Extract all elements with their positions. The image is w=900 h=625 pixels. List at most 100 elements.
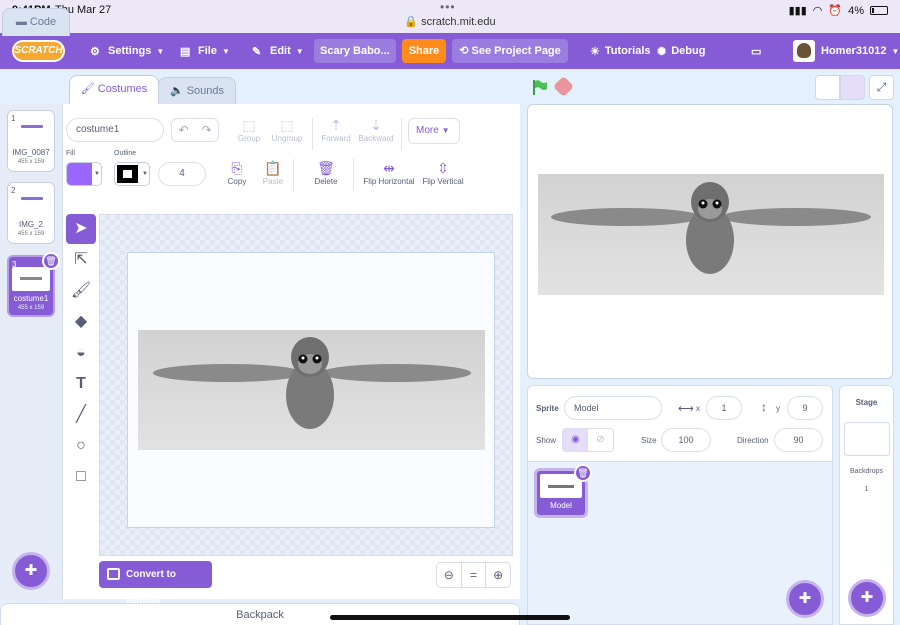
share-button[interactable]: Share	[402, 39, 446, 63]
costume-name-input[interactable]: costume1	[66, 118, 164, 142]
outline-swatch	[117, 165, 138, 183]
show-toggle: ◉ ⊘	[562, 428, 614, 452]
backpack[interactable]: Backpack	[0, 603, 520, 625]
stage-sprite-image	[538, 174, 884, 295]
stage-thumbnail[interactable]	[844, 422, 890, 456]
brush-tool-icon[interactable]: 🖌	[66, 276, 96, 306]
edit-menu[interactable]: ✎ Edit ▼	[252, 33, 304, 69]
cat-plus-icon: ✚	[24, 562, 38, 579]
delete-button[interactable]: 🗑 Delete	[298, 159, 354, 186]
costume-size: 455 x 159	[17, 305, 45, 311]
zoom-in-icon[interactable]: ⊕	[486, 563, 510, 587]
see-project-page-button[interactable]: ⟲ See Project Page	[452, 39, 568, 63]
url-bar[interactable]: 🔒 scratch.mit.edu	[0, 15, 900, 28]
divider	[401, 118, 402, 150]
url-text: scratch.mit.edu	[421, 16, 496, 28]
outline-color-picker[interactable]: ▼	[114, 162, 150, 186]
tab-code[interactable]: ▬ Code	[2, 8, 70, 36]
flip-horizontal-button[interactable]: ⇹ Flip Horizontal	[357, 159, 421, 186]
costume-bounds	[127, 252, 495, 528]
rectangle-tool-icon[interactable]: □	[66, 462, 96, 492]
reshape-tool-icon[interactable]: ⇱	[66, 245, 96, 275]
costume-tile[interactable]: 2 IMG_2 455 x 159	[7, 182, 55, 244]
debug-button[interactable]: ✺ Debug	[657, 33, 705, 69]
edit-label: Edit	[270, 45, 291, 57]
backward-button[interactable]: ⇣ Backward	[348, 116, 404, 143]
file-icon: ▤	[180, 45, 191, 58]
y-input[interactable]: 9	[787, 396, 823, 420]
flip-vertical-icon: ⇳	[437, 160, 449, 176]
menu-bar: SCRATCH ⚙ Settings ▼ ▤ File ▼ ✎ Edit ▼ S…	[0, 33, 900, 69]
brush-icon: 🖌	[80, 83, 98, 95]
eye-hidden-icon[interactable]: ⊘	[588, 429, 613, 451]
more-button[interactable]: More ▼	[408, 118, 460, 144]
speaker-icon: 🔈	[169, 85, 187, 97]
green-flag-icon[interactable]	[531, 79, 547, 95]
tab-code-label: Code	[29, 16, 57, 28]
more-label: More	[416, 125, 439, 136]
my-stuff-button[interactable]: ▭	[751, 33, 761, 69]
stage-selector[interactable]: Stage Backdrops 1 ✚	[839, 385, 894, 625]
circle-tool-icon[interactable]: ○	[66, 431, 96, 461]
avatar[interactable]	[793, 40, 815, 62]
image-plus-icon: ✚	[860, 589, 874, 606]
tab-costumes[interactable]: 🖌 Costumes	[69, 75, 159, 105]
stop-icon[interactable]	[552, 75, 575, 98]
flip-horizontal-label: Flip Horizontal	[363, 177, 415, 186]
system-status-bar: 9:41PM Thu Mar 27 ••• 🔒 scratch.mit.edu …	[0, 0, 900, 33]
divider	[293, 159, 294, 191]
chevron-down-icon: ▼	[891, 46, 900, 56]
zoom-reset-icon[interactable]: =	[462, 563, 487, 587]
costume-tile[interactable]: 1 IMG_0087 455 x 159	[7, 110, 55, 172]
costume-number: 2	[11, 186, 16, 195]
flip-horizontal-icon: ⇹	[383, 160, 395, 176]
size-input[interactable]: 100	[661, 428, 711, 452]
tutorials-button[interactable]: ☀ Tutorials	[590, 33, 651, 69]
redo-icon[interactable]: ↷	[195, 119, 218, 141]
choose-costume-button[interactable]: ✚	[12, 552, 50, 590]
copy-label: Copy	[227, 177, 247, 186]
outline-width-input[interactable]: 4	[158, 162, 206, 186]
choose-sprite-button[interactable]: ✚	[786, 580, 824, 618]
large-stage-button[interactable]	[840, 75, 865, 100]
sprite-label: Sprite	[536, 404, 559, 413]
see-project-icon: ⟲	[459, 45, 472, 57]
fullscreen-icon[interactable]: ⤢	[869, 75, 894, 100]
username: Homer31012	[821, 45, 887, 57]
delete-costume-icon[interactable]: 🗑	[42, 252, 60, 270]
sprite-tile-name: Model	[550, 501, 572, 510]
choose-backdrop-button[interactable]: ✚	[848, 579, 886, 617]
costume-size: 455 x 159	[17, 159, 45, 165]
stage-canvas[interactable]	[527, 104, 893, 379]
file-menu[interactable]: ▤ File ▼	[180, 33, 230, 69]
sprite-name-input[interactable]: Model	[564, 396, 662, 420]
chevron-down-icon: ▼	[221, 46, 230, 56]
convert-to-bitmap-button[interactable]: Convert to Bitmap	[99, 561, 212, 607]
delete-sprite-icon[interactable]: 🗑	[574, 464, 592, 482]
eraser-tool-icon[interactable]: ◆	[66, 307, 96, 337]
fill-tool-icon[interactable]: ◒	[66, 338, 96, 368]
select-tool-icon[interactable]: ➤	[66, 214, 96, 244]
undo-icon[interactable]: ↶	[172, 119, 195, 141]
eye-icon[interactable]: ◉	[563, 429, 588, 451]
x-input[interactable]: 1	[706, 396, 742, 420]
show-label: Show	[536, 436, 557, 445]
project-title-input[interactable]: Scary Babo...	[314, 39, 396, 63]
text-tool-icon[interactable]: T	[66, 369, 96, 399]
fill-color-picker[interactable]: ▼	[66, 162, 102, 186]
small-stage-button[interactable]	[815, 75, 840, 100]
settings-menu[interactable]: ⚙ Settings ▼	[90, 33, 164, 69]
account-menu[interactable]: Homer31012 ▼	[821, 33, 899, 69]
backward-icon: ⇣	[370, 117, 382, 133]
flip-vertical-button[interactable]: ⇳ Flip Vertical	[415, 159, 471, 186]
scratch-logo[interactable]: SCRATCH	[12, 40, 65, 62]
more-dots-icon[interactable]: •••	[440, 0, 456, 14]
tab-sounds-label: Sounds	[186, 85, 225, 97]
battery-icon	[870, 6, 888, 15]
zoom-out-icon[interactable]: ⊖	[437, 563, 462, 587]
ungroup-button[interactable]: ⬚ Ungroup	[259, 116, 315, 143]
line-tool-icon[interactable]: ╱	[66, 400, 96, 430]
direction-input[interactable]: 90	[774, 428, 823, 452]
paint-canvas[interactable]	[99, 214, 513, 556]
tab-sounds[interactable]: 🔈 Sounds	[158, 77, 236, 105]
